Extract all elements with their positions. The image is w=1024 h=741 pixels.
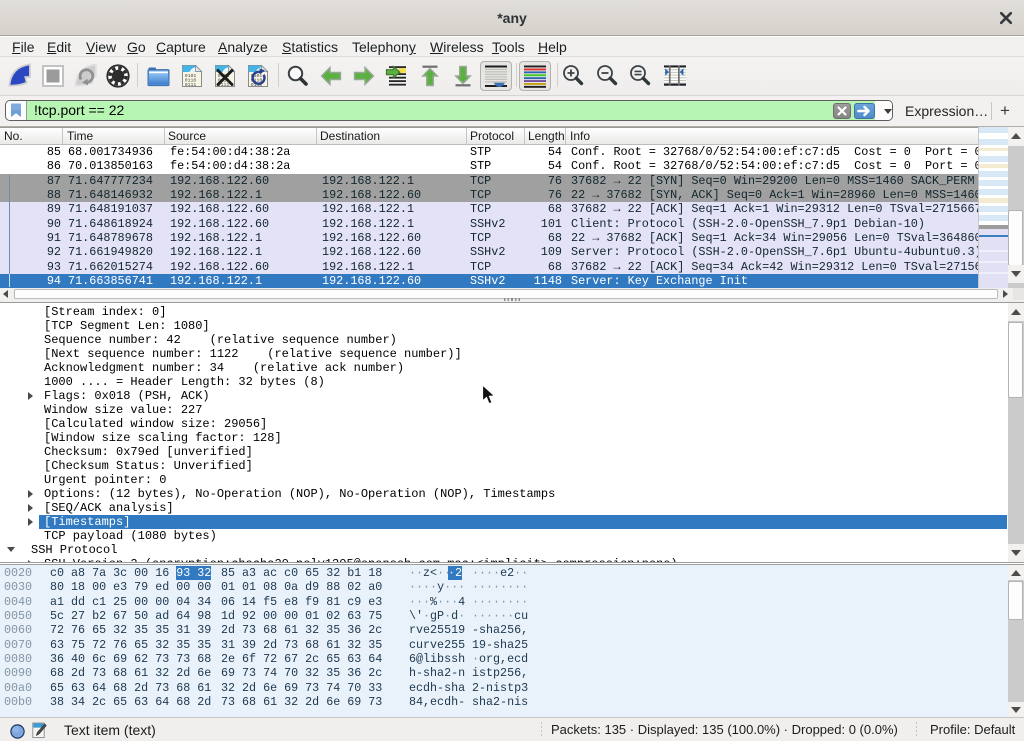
svg-text:0111: 0111 bbox=[185, 82, 197, 88]
